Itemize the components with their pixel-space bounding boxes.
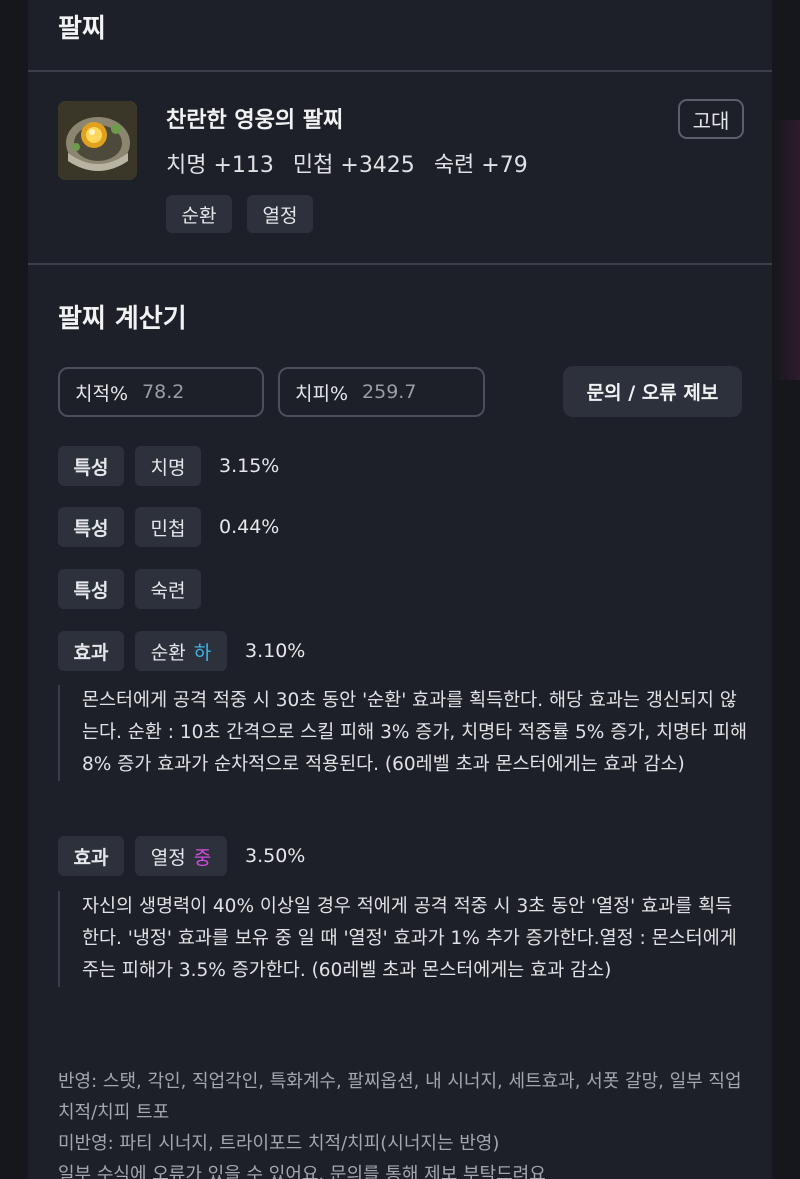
- crit-rate-label: 치적%: [75, 382, 129, 405]
- report-button[interactable]: 문의 / 오류 제보: [563, 366, 742, 417]
- effect-description: 몬스터에게 공격 적중 시 30초 동안 '순환' 효과를 획득한다. 해당 효…: [58, 685, 748, 781]
- divider: [28, 70, 772, 72]
- row-name-chip: 민첩: [135, 507, 201, 547]
- effect-level: 하: [193, 641, 212, 664]
- row-name-chip: 열정 중: [135, 836, 227, 876]
- effect-name: 열정: [150, 846, 186, 869]
- row-name-chip: 숙련: [135, 569, 201, 609]
- row-type-chip: 효과: [58, 631, 124, 671]
- item-stat-crit: 치명 +113: [166, 153, 274, 178]
- row-value: 3.10%: [245, 640, 306, 662]
- crit-damage-label: 치피%: [295, 382, 349, 405]
- effect-tag: 열정: [247, 195, 313, 233]
- row-value: 0.44%: [219, 516, 280, 538]
- row-type-chip: 특성: [58, 446, 124, 486]
- note-not-applied: 미반영: 파티 시너지, 트라이포드 치적/치피(시너지는 반영): [58, 1133, 500, 1154]
- row-type-chip: 특성: [58, 569, 124, 609]
- crit-rate-field[interactable]: 치적%: [58, 367, 264, 417]
- item-stat-mastery: 숙련 +79: [433, 153, 528, 178]
- row-name-chip: 치명: [135, 446, 201, 486]
- main-panel: 팔찌 찬란한 영웅의 팔찌 치명 +113 민첩 +3425 숙련 +79 고대…: [28, 0, 772, 1179]
- row-value: 3.50%: [245, 845, 306, 867]
- note-applied: 반영: 스탯, 각인, 직업각인, 특화계수, 팔찌옵션, 내 시너지, 세트효…: [58, 1071, 742, 1123]
- item-stat-dex: 민첩 +3425: [292, 153, 415, 178]
- item-stats: 치명 +113 민첩 +3425 숙련 +79: [166, 147, 540, 179]
- row-name-chip: 순환 하: [135, 631, 227, 671]
- divider: [28, 263, 772, 265]
- note-disclaimer: 일부 수식에 오류가 있을 수 있어요. 문의를 통해 제보 부탁드려요: [58, 1164, 546, 1179]
- effect-level: 중: [193, 846, 212, 869]
- calculator-title: 팔찌 계산기: [58, 304, 187, 334]
- bracelet-item-icon: [58, 101, 137, 180]
- row-value: 3.15%: [219, 455, 280, 477]
- calculator-notes: 반영: 스탯, 각인, 직업각인, 특화계수, 팔찌옵션, 내 시너지, 세트효…: [58, 1066, 758, 1179]
- crit-rate-input[interactable]: [142, 381, 243, 403]
- bracelet-section-title: 팔찌: [58, 14, 106, 44]
- effect-tag: 순환: [166, 195, 232, 233]
- row-type-chip: 특성: [58, 507, 124, 547]
- effect-description: 자신의 생명력이 40% 이상일 경우 적에게 공격 적중 시 3초 동안 '열…: [58, 891, 748, 987]
- item-name: 찬란한 영웅의 팔찌: [166, 108, 344, 133]
- row-type-chip: 효과: [58, 836, 124, 876]
- crit-damage-field[interactable]: 치피%: [278, 367, 485, 417]
- grade-badge: 고대: [678, 99, 744, 139]
- crit-damage-input[interactable]: [362, 381, 463, 403]
- effect-name: 순환: [150, 641, 186, 664]
- edge-glow: [772, 120, 800, 380]
